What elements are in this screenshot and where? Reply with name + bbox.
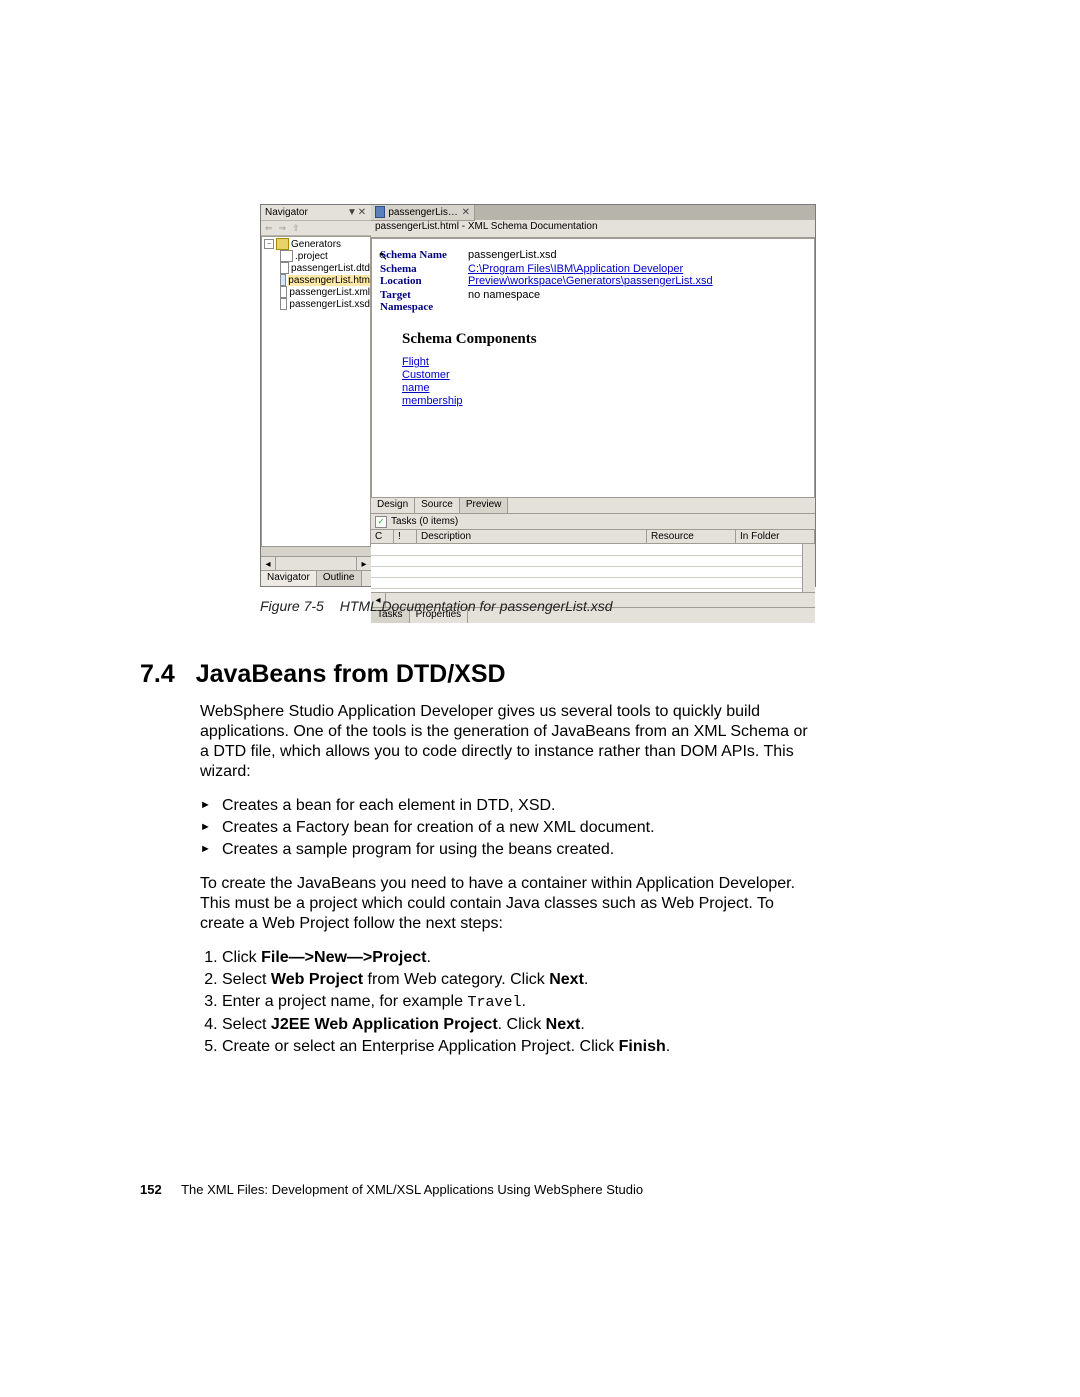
figure-number: Figure 7-5: [260, 598, 324, 614]
section-heading: 7.4 JavaBeans from DTD/XSD: [140, 660, 506, 689]
numbered-list: Click File—>New—>Project. Select Web Pro…: [200, 948, 820, 1057]
close-icon[interactable]: ✕: [357, 207, 367, 218]
tasks-col-resource[interactable]: Resource: [647, 530, 736, 543]
component-link[interactable]: membership: [402, 395, 806, 407]
list-item: Select J2EE Web Application Project. Cli…: [222, 1015, 820, 1035]
list-item: Creates a bean for each element in DTD, …: [200, 796, 820, 816]
list-item: Create or select an Enterprise Applicati…: [222, 1037, 820, 1057]
navigator-hscrollbar[interactable]: ◂ ▸: [261, 556, 371, 571]
forward-icon[interactable]: ⇒: [279, 223, 287, 234]
collapse-icon[interactable]: −: [264, 239, 274, 249]
page-number: 152: [140, 1182, 162, 1197]
navigator-history-bar: ⇐ ⇒ ⇧: [261, 221, 371, 236]
tree-file[interactable]: passengerList.xml: [264, 286, 370, 298]
tab-preview[interactable]: Preview: [460, 498, 509, 513]
ide-screenshot: Navigator ▼ ✕ ⇐ ⇒ ⇧ − Generators .projec…: [260, 204, 816, 587]
up-icon[interactable]: ⇧: [292, 223, 300, 234]
tasks-title: Tasks (0 items): [391, 516, 458, 527]
schema-components-heading: Schema Components: [402, 331, 806, 348]
schema-name-value: passengerList.xsd: [468, 249, 806, 261]
editor-mode-tabs: Design Source Preview: [371, 498, 815, 514]
navigator-header: Navigator ▼ ✕: [261, 205, 371, 221]
tree-file[interactable]: passengerList.xsd: [264, 298, 370, 310]
tasks-column-headers: C ! Description Resource In Folder: [371, 530, 815, 544]
schema-info-table: Schema Name passengerList.xsd Schema Loc…: [380, 249, 806, 313]
schema-location-value: C:\Program Files\IBM\Application Develop…: [468, 263, 806, 287]
list-item: Enter a project name, for example Travel…: [222, 992, 820, 1013]
file-icon: [280, 286, 287, 298]
schema-name-label: Schema Name: [380, 249, 458, 261]
editor-title: passengerList.html - XML Schema Document…: [371, 220, 815, 238]
bullet-list: Creates a bean for each element in DTD, …: [200, 796, 820, 860]
navigator-tabs: Navigator Outline: [261, 570, 371, 586]
file-icon: [280, 262, 289, 274]
section-title: JavaBeans from DTD/XSD: [196, 660, 506, 688]
tree-folder-label: Generators: [291, 239, 341, 250]
editor-tab-label: passengerList.html: [388, 207, 458, 218]
tasks-vscrollbar[interactable]: [802, 544, 815, 592]
target-namespace-label: Target Namespace: [380, 289, 458, 313]
navigator-panel: Navigator ▼ ✕ ⇐ ⇒ ⇧ − Generators .projec…: [261, 205, 372, 586]
tasks-col-completed[interactable]: C: [371, 530, 394, 543]
component-link[interactable]: name: [402, 382, 806, 394]
navigator-title: Navigator: [265, 207, 347, 218]
scroll-track[interactable]: [276, 557, 356, 571]
figure-caption-text: HTML Documentation for passengerList.xsd: [340, 598, 613, 614]
paragraph: WebSphere Studio Application Developer g…: [200, 702, 820, 782]
file-icon: [280, 250, 293, 262]
schema-components-list: Flight Customer name membership: [402, 356, 806, 407]
section-number: 7.4: [140, 660, 175, 688]
tree-file-selected[interactable]: passengerList.htm: [264, 274, 370, 286]
schema-location-link[interactable]: C:\Program Files\IBM\Application Develop…: [468, 263, 683, 275]
close-icon[interactable]: ✕: [462, 207, 470, 218]
file-icon: [280, 298, 287, 310]
page-footer: 152 The XML Files: Development of XML/XS…: [140, 1182, 643, 1197]
target-namespace-value: no namespace: [468, 289, 806, 313]
tree-file-label: passengerList.xsd: [289, 299, 370, 310]
check-icon[interactable]: ✓: [375, 516, 387, 528]
cursor-icon: ↖: [378, 249, 388, 263]
list-item: Select Web Project from Web category. Cl…: [222, 970, 820, 990]
list-item: Creates a sample program for using the b…: [200, 840, 820, 860]
back-icon[interactable]: ⇐: [265, 223, 273, 234]
editor-panel: passengerList.html ✕ passengerList.html …: [371, 205, 815, 586]
dropdown-icon[interactable]: ▼: [347, 207, 357, 218]
tree-file-label: passengerList.xml: [289, 287, 370, 298]
document-preview: ↖ Schema Name passengerList.xsd Schema L…: [371, 238, 815, 498]
editor-tab[interactable]: passengerList.html ✕: [371, 205, 475, 221]
tab-outline[interactable]: Outline: [317, 571, 362, 586]
list-item: Click File—>New—>Project.: [222, 948, 820, 968]
component-link[interactable]: Flight: [402, 356, 806, 368]
tree-folder[interactable]: − Generators: [264, 238, 370, 250]
html-file-icon: [375, 206, 385, 218]
file-icon: [280, 274, 286, 286]
folder-icon: [276, 238, 289, 250]
tasks-header: ✓ Tasks (0 items): [371, 514, 815, 530]
tasks-col-folder[interactable]: In Folder: [736, 530, 815, 543]
list-item: Creates a Factory bean for creation of a…: [200, 818, 820, 838]
tasks-col-description[interactable]: Description: [417, 530, 647, 543]
tree-file-label: passengerList.dtd: [291, 263, 370, 274]
scroll-left-icon[interactable]: ◂: [261, 557, 276, 571]
tab-navigator[interactable]: Navigator: [261, 571, 317, 586]
navigator-tree[interactable]: − Generators .project passengerList.dtd …: [261, 236, 371, 547]
tab-design[interactable]: Design: [371, 498, 415, 513]
schema-location-label: Schema Location: [380, 263, 458, 287]
editor-tabbar: passengerList.html ✕: [371, 205, 815, 220]
schema-location-link[interactable]: Preview\workspace\Generators\passengerLi…: [468, 275, 713, 287]
tree-file[interactable]: passengerList.dtd: [264, 262, 370, 274]
tree-file-label: passengerList.htm: [288, 275, 370, 286]
tab-source[interactable]: Source: [415, 498, 460, 513]
tasks-col-priority[interactable]: !: [394, 530, 417, 543]
book-title: The XML Files: Development of XML/XSL Ap…: [181, 1182, 643, 1197]
paragraph: To create the JavaBeans you need to have…: [200, 874, 820, 934]
tree-file-label: .project: [295, 251, 328, 262]
figure-caption: Figure 7-5 HTML Documentation for passen…: [260, 598, 613, 614]
tree-file[interactable]: .project: [264, 250, 370, 262]
scroll-right-icon[interactable]: ▸: [356, 557, 371, 571]
tasks-list[interactable]: [371, 544, 815, 593]
body-text: WebSphere Studio Application Developer g…: [200, 702, 820, 1071]
component-link[interactable]: Customer: [402, 369, 806, 381]
